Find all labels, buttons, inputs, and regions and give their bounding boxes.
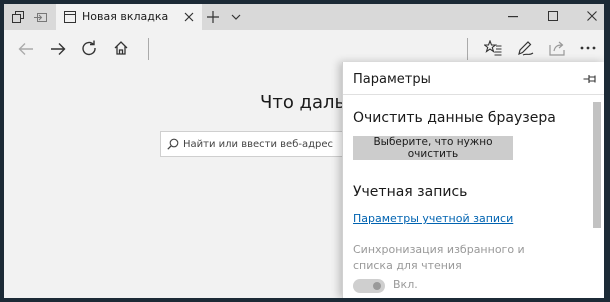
sync-description: Синхронизация избранного и списка для чт… xyxy=(353,243,525,272)
close-window-icon[interactable] xyxy=(587,11,597,21)
sync-toggle[interactable] xyxy=(353,279,385,293)
more-icon[interactable] xyxy=(580,46,596,50)
page-icon xyxy=(64,11,76,23)
forward-arrow-icon[interactable] xyxy=(50,42,66,56)
share-icon[interactable] xyxy=(549,40,567,56)
tab-title: Новая вкладка xyxy=(82,10,169,23)
search-box[interactable] xyxy=(160,131,350,157)
title-bar: Новая вкладка xyxy=(4,4,604,30)
account-section-title: Учетная запись xyxy=(353,184,468,200)
choose-what-to-clear-button[interactable]: Выберите, что нужно очистить xyxy=(353,136,513,160)
plus-icon[interactable] xyxy=(207,11,219,23)
favorites-icon[interactable] xyxy=(484,40,502,56)
minimize-icon[interactable] xyxy=(508,16,518,18)
pen-icon[interactable] xyxy=(517,40,535,56)
search-icon xyxy=(167,138,179,150)
set-aside-tabs-icon[interactable] xyxy=(34,11,48,23)
maximize-icon[interactable] xyxy=(548,11,558,21)
tab-new-tab[interactable]: Новая вкладка xyxy=(56,4,202,30)
toolbar-divider xyxy=(467,38,468,60)
close-icon[interactable] xyxy=(184,12,194,22)
clear-data-section-title: Очистить данные браузера xyxy=(353,110,556,126)
sync-toggle-label: Вкл. xyxy=(393,278,418,291)
account-settings-link[interactable]: Параметры учетной записи xyxy=(353,212,513,225)
back-arrow-icon[interactable] xyxy=(18,42,34,56)
pin-icon[interactable] xyxy=(583,74,597,84)
settings-panel-title: Параметры xyxy=(353,72,431,87)
address-bar-divider xyxy=(148,38,149,60)
settings-panel: Параметры Очистить данные браузера Выбер… xyxy=(342,62,604,298)
search-input[interactable] xyxy=(183,136,343,152)
tab-manager-icon[interactable] xyxy=(12,11,24,23)
settings-panel-header: Параметры xyxy=(343,62,604,95)
home-icon[interactable] xyxy=(113,40,129,56)
chevron-down-icon[interactable] xyxy=(231,14,241,21)
refresh-icon[interactable] xyxy=(81,40,97,56)
settings-scrollbar[interactable] xyxy=(593,102,601,228)
browser-window: Новая вкладка Что дальше? Найти или ввес… xyxy=(4,4,604,298)
sync-toggle-knob xyxy=(373,282,381,290)
